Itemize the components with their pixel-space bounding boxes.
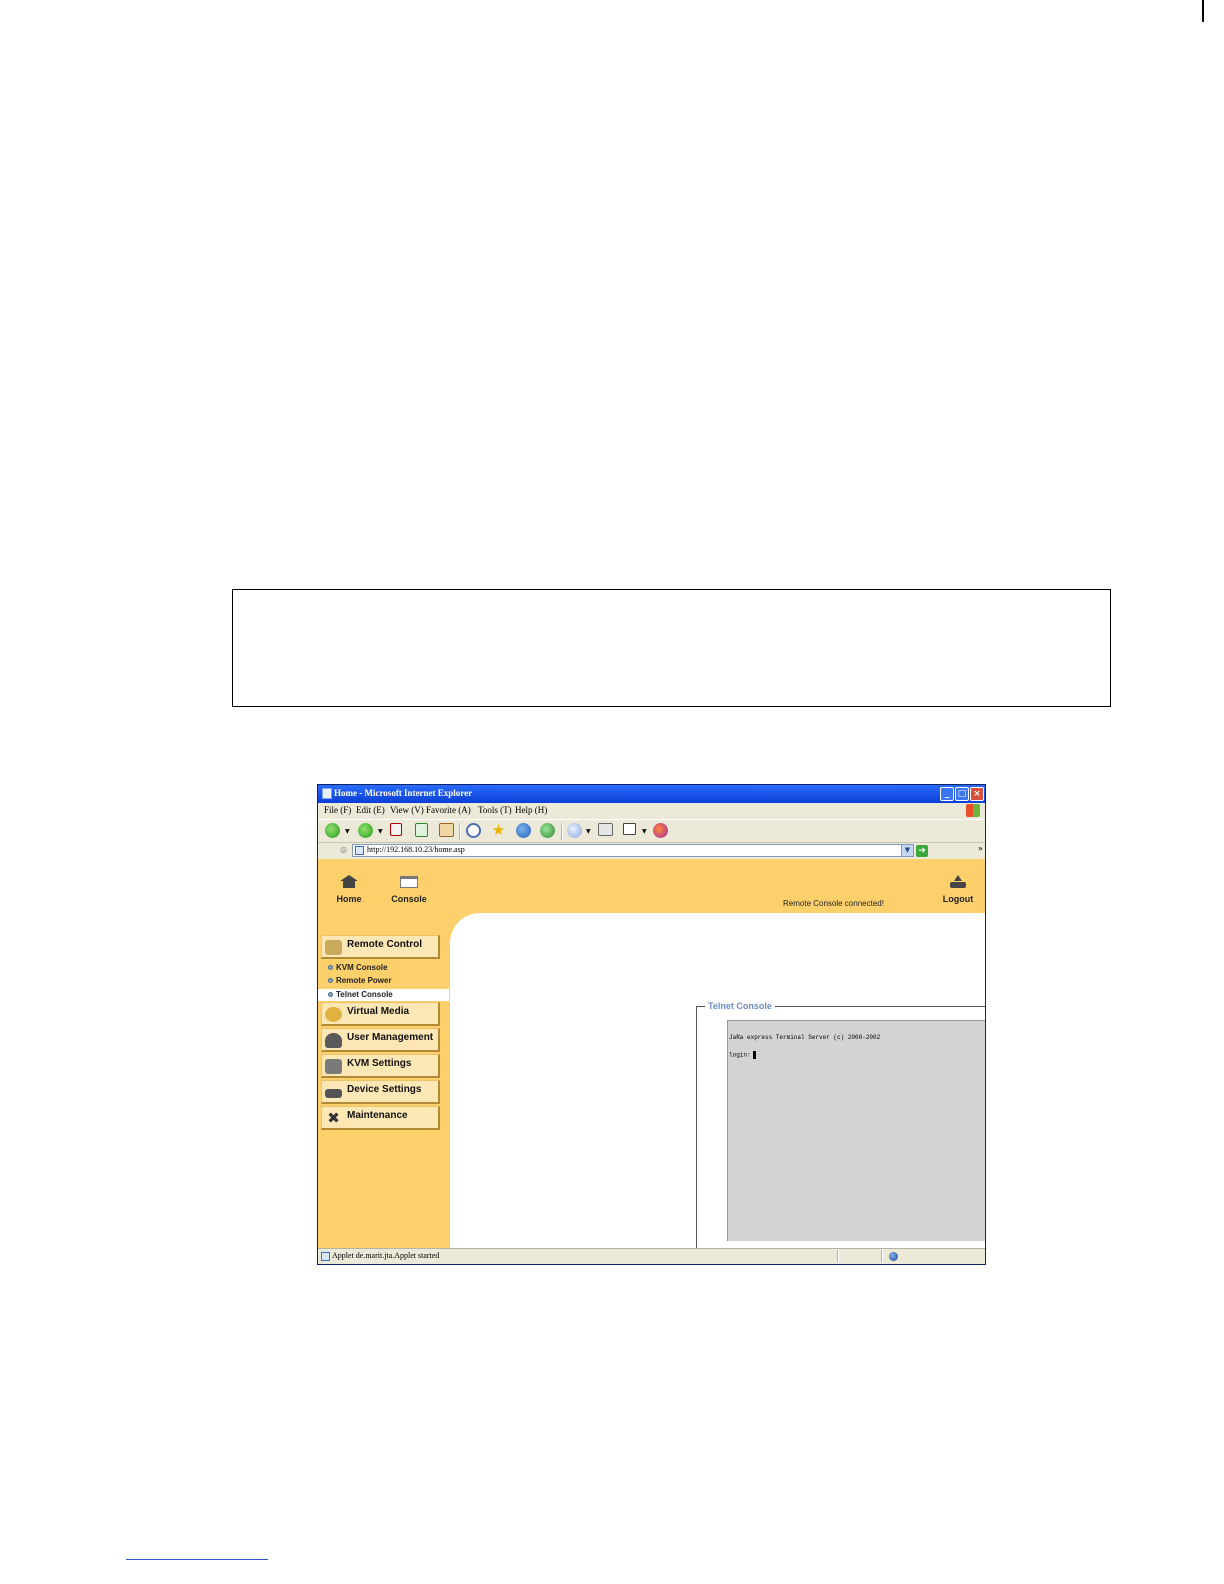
toolbar-chevron-icon[interactable]: »	[978, 844, 983, 853]
toolbar-separator	[561, 823, 563, 840]
submenu-telnet-console[interactable]: Telnet Console	[318, 989, 449, 1001]
history-icon[interactable]	[540, 823, 555, 838]
menu-user-management[interactable]: User Management	[321, 1028, 440, 1052]
mail-icon[interactable]	[567, 823, 582, 838]
submenu-telnet-console-label: Telnet Console	[336, 990, 393, 999]
address-url: http://192.168.10.23/home.asp	[367, 845, 465, 854]
status-bar: Applet de.marit.jta.Applet started	[318, 1248, 985, 1264]
back-dropdown-icon[interactable]: ▼	[345, 828, 350, 835]
toolbar: ▼ ▼ ★ ▼ ▼	[318, 819, 985, 843]
address-input[interactable]: http://192.168.10.23/home.asp ▼	[352, 844, 914, 857]
address-page-icon	[355, 846, 364, 855]
nav-home-label: Home	[336, 894, 362, 904]
menu-remote-control-label: Remote Control	[347, 939, 422, 950]
toolbar-separator	[459, 823, 461, 840]
close-button[interactable]: ×	[970, 787, 984, 801]
submenu-remote-power[interactable]: Remote Power	[318, 975, 449, 987]
telnet-console-fieldset: Telnet Console JaRa express Terminal Ser…	[696, 1001, 985, 1248]
stop-icon[interactable]	[390, 823, 402, 836]
menu-maintenance-label: Maintenance	[347, 1110, 408, 1121]
status-page-icon	[321, 1252, 330, 1261]
telnet-terminal[interactable]: JaRa express Terminal Server (c) 2000-20…	[727, 1020, 985, 1241]
mail-dropdown-icon[interactable]: ▼	[586, 828, 591, 835]
bullet-icon	[328, 992, 333, 997]
note-box	[232, 589, 1111, 707]
forward-dropdown-icon[interactable]: ▼	[378, 828, 383, 835]
telnet-console-legend: Telnet Console	[705, 1001, 775, 1011]
menu-file[interactable]: File (F)	[324, 805, 351, 815]
virtual-media-icon	[325, 1007, 342, 1022]
address-dropdown-icon[interactable]: ▼	[901, 845, 913, 856]
search-icon[interactable]	[466, 823, 481, 838]
menu-kvm-settings[interactable]: KVM Settings	[321, 1054, 440, 1078]
menu-virtual-media[interactable]: Virtual Media	[321, 1002, 440, 1026]
menu-device-settings[interactable]: Device Settings	[321, 1080, 440, 1104]
submenu-kvm-console[interactable]: KVM Console	[318, 962, 449, 974]
menu-device-settings-label: Device Settings	[347, 1084, 422, 1095]
status-divider	[881, 1250, 883, 1262]
address-bar: ◎ http://192.168.10.23/home.asp ▼ ➜ »	[318, 843, 985, 859]
user-management-icon	[325, 1033, 342, 1048]
terminal-cursor	[752, 1051, 756, 1059]
menu-kvm-settings-label: KVM Settings	[347, 1058, 412, 1069]
logout-icon	[950, 875, 966, 888]
nav-logout-label: Logout	[942, 894, 974, 904]
maintenance-tools-icon: ✖	[327, 1110, 340, 1127]
bullet-icon	[328, 965, 333, 970]
web-content: Home Console Remote Console connected! L…	[318, 859, 985, 1248]
nav-console[interactable]: Console	[389, 876, 429, 904]
terminal-login-prompt: login:	[729, 1051, 751, 1059]
console-icon	[400, 876, 418, 888]
menu-maintenance[interactable]: ✖ Maintenance	[321, 1106, 440, 1130]
maximize-button[interactable]: □	[955, 787, 969, 801]
main-panel: Telnet Console JaRa express Terminal Ser…	[450, 913, 985, 1248]
forward-icon[interactable]	[358, 823, 373, 838]
edit-dropdown-icon[interactable]: ▼	[642, 828, 647, 835]
menu-user-management-label: User Management	[347, 1032, 434, 1043]
internet-zone-icon	[889, 1252, 898, 1261]
menu-help[interactable]: Help (H)	[515, 805, 547, 815]
bullet-icon	[328, 978, 333, 983]
edit-icon[interactable]	[623, 823, 636, 835]
nav-console-label: Console	[391, 894, 427, 904]
status-message: Remote Console connected!	[783, 899, 884, 908]
remote-control-icon	[325, 940, 342, 955]
menu-edit[interactable]: Edit (E)	[356, 805, 385, 815]
submenu-kvm-console-label: KVM Console	[336, 963, 388, 972]
refresh-icon[interactable]	[415, 823, 428, 837]
window-title: Home - Microsoft Internet Explorer	[334, 788, 473, 798]
menu-favorite[interactable]: Favorite (A)	[426, 805, 471, 815]
address-label-icon: ◎	[340, 845, 347, 854]
submenu-remote-power-label: Remote Power	[336, 976, 392, 985]
back-icon[interactable]	[325, 823, 340, 838]
messenger-icon[interactable]	[653, 823, 668, 838]
device-settings-icon	[325, 1089, 342, 1098]
nav-home[interactable]: Home	[334, 875, 364, 904]
minimize-button[interactable]: _	[940, 787, 954, 801]
menu-remote-control[interactable]: Remote Control	[321, 935, 440, 959]
windows-logo-icon	[966, 804, 980, 817]
status-bar-text: Applet de.marit.jta.Applet started	[332, 1251, 440, 1260]
menu-virtual-media-label: Virtual Media	[347, 1006, 410, 1017]
footer-link-rule	[126, 1559, 268, 1560]
page-edge-line	[1202, 0, 1204, 22]
terminal-banner: JaRa express Terminal Server (c) 2000-20…	[729, 1034, 881, 1041]
terminal-prompt: login:	[729, 1051, 756, 1059]
ie-page-icon	[322, 788, 332, 799]
media-icon[interactable]	[516, 823, 531, 838]
menu-tools[interactable]: Tools (T)	[478, 805, 512, 815]
kvm-settings-icon	[325, 1059, 342, 1074]
menu-view[interactable]: View (V)	[390, 805, 424, 815]
browser-window: Home - Microsoft Internet Explorer _ □ ×…	[317, 784, 986, 1265]
title-bar: Home - Microsoft Internet Explorer _ □ ×	[318, 785, 985, 803]
status-divider	[837, 1250, 839, 1262]
menu-bar: File (F) Edit (E) View (V) Favorite (A) …	[318, 803, 985, 819]
home-icon	[340, 875, 358, 888]
go-arrow-icon[interactable]: ➜	[916, 845, 928, 857]
nav-logout[interactable]: Logout	[940, 875, 976, 904]
home-browser-icon[interactable]	[439, 823, 454, 837]
print-icon[interactable]	[598, 823, 613, 836]
favorites-star-icon[interactable]: ★	[491, 823, 506, 838]
